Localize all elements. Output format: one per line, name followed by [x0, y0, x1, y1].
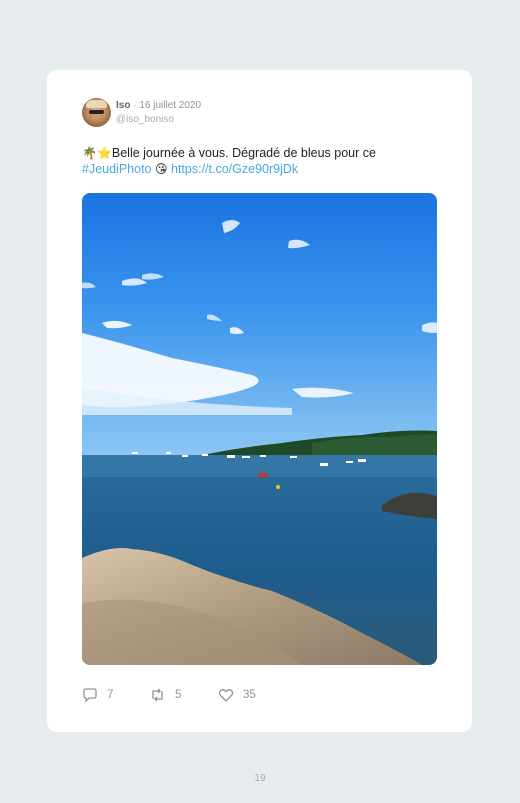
tweet-text: 🌴⭐Belle journée à vous. Dégradé de bleus…	[82, 145, 442, 177]
avatar[interactable]	[82, 98, 111, 127]
like-button[interactable]: 35	[218, 686, 256, 704]
retweet-count: 5	[175, 689, 182, 701]
heart-icon	[218, 689, 234, 702]
reply-icon	[83, 688, 97, 703]
author-line: Iso · 16 juillet 2020	[116, 100, 201, 111]
retweet-button[interactable]: 5	[149, 686, 181, 704]
reply-count: 7	[107, 689, 114, 701]
author-name[interactable]: Iso	[116, 100, 130, 111]
hashtag-link[interactable]: #JeudiPhoto	[82, 162, 152, 176]
url-link[interactable]: https://t.co/Gze90r9jDk	[171, 162, 298, 176]
tweet-actions: 7 5 35	[82, 686, 382, 704]
tweet-body: Belle journée à vous. Dégradé de bleus p…	[111, 146, 376, 160]
like-count: 35	[243, 689, 256, 701]
tweet-card: Iso · 16 juillet 2020 @iso_boniso 🌴⭐Bell…	[47, 70, 472, 732]
retweet-icon	[152, 688, 163, 702]
author-handle[interactable]: @iso_boniso	[116, 114, 174, 125]
tweet-photo[interactable]	[82, 193, 437, 665]
palm-star-emoji: 🌴⭐	[82, 146, 112, 160]
kiss-emoji: 😘	[155, 162, 168, 176]
page-number: 19	[254, 773, 266, 784]
reply-button[interactable]: 7	[82, 686, 113, 704]
tweet-date: · 16 juillet 2020	[133, 100, 202, 111]
